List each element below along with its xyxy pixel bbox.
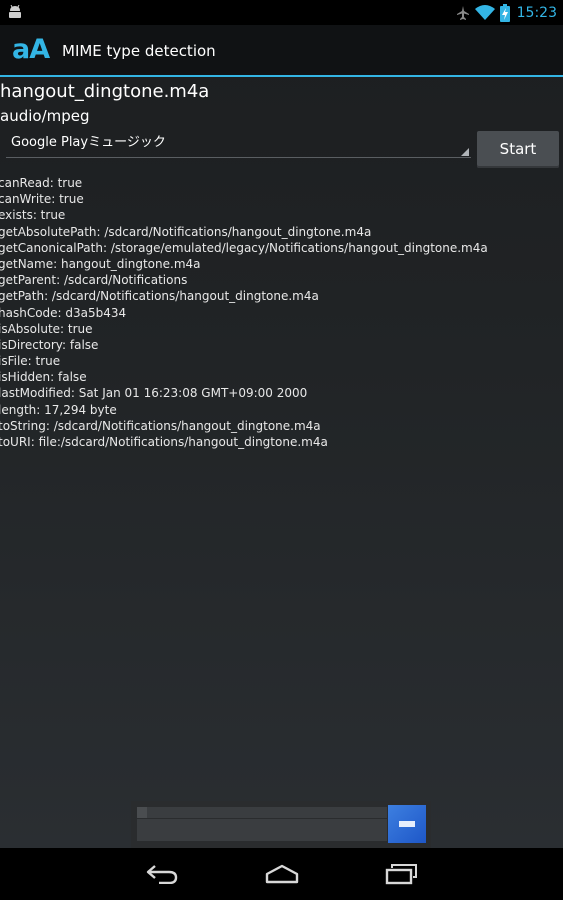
mime-type: audio/mpeg [0, 107, 90, 125]
property-line: getName: hangout_dingtone.m4a [0, 256, 201, 271]
property-line: isFile: true [0, 354, 61, 369]
home-button[interactable] [257, 858, 307, 890]
action-bar-divider [0, 75, 563, 77]
property-line: toString: /sdcard/Notifications/hangout_… [0, 418, 321, 433]
file-properties-list: canRead: true canWrite: true exists: tru… [0, 175, 488, 450]
action-bar: aA MIME type detection [0, 25, 563, 75]
home-icon [265, 864, 299, 884]
app-selector-spinner[interactable]: Google Playミュージック [3, 128, 471, 158]
status-bar: 15:23 [0, 0, 563, 25]
property-line: length: 17,294 byte [0, 402, 117, 417]
screen: 15:23 aA MIME type detection hangout_din… [0, 0, 563, 900]
app-logo-icon[interactable]: aA [12, 34, 50, 66]
property-line: isAbsolute: true [0, 321, 93, 336]
recent-apps-icon [385, 864, 417, 885]
property-line: hashCode: d3a5b434 [0, 305, 127, 320]
navigation-bar [0, 848, 563, 900]
status-clock: 15:23 [516, 4, 557, 21]
ad-banner[interactable] [131, 801, 431, 848]
ad-icon [388, 805, 426, 843]
back-button[interactable] [137, 858, 187, 890]
dropdown-arrow-icon [461, 148, 469, 156]
airplane-mode-icon [456, 5, 469, 20]
property-line: isDirectory: false [0, 337, 99, 352]
status-icons: 15:23 [456, 2, 557, 23]
app-selector-value: Google Playミュージック [11, 135, 166, 150]
property-line: getCanonicalPath: /storage/emulated/lega… [0, 240, 488, 255]
ad-pixelated-content [137, 807, 387, 842]
property-line: getParent: /sdcard/Notifications [0, 273, 188, 288]
property-line: canWrite: true [0, 192, 84, 207]
wifi-icon [474, 4, 495, 20]
battery-charging-icon [499, 3, 510, 22]
spinner-underline [6, 157, 471, 158]
android-notification-icon [9, 5, 21, 18]
property-line: exists: true [0, 208, 66, 223]
start-button[interactable]: Start [477, 131, 559, 168]
property-line: lastModified: Sat Jan 01 16:23:08 GMT+09… [0, 386, 308, 401]
recent-apps-button[interactable] [376, 858, 426, 890]
property-line: isHidden: false [0, 370, 87, 385]
file-name: hangout_dingtone.m4a [0, 81, 210, 102]
property-line: getPath: /sdcard/Notifications/hangout_d… [0, 289, 319, 304]
property-line: canRead: true [0, 176, 83, 190]
property-line: getAbsolutePath: /sdcard/Notifications/h… [0, 224, 372, 239]
back-icon [146, 865, 178, 884]
property-line: toURI: file:/sdcard/Notifications/hangou… [0, 435, 328, 449]
app-title: MIME type detection [62, 42, 216, 60]
